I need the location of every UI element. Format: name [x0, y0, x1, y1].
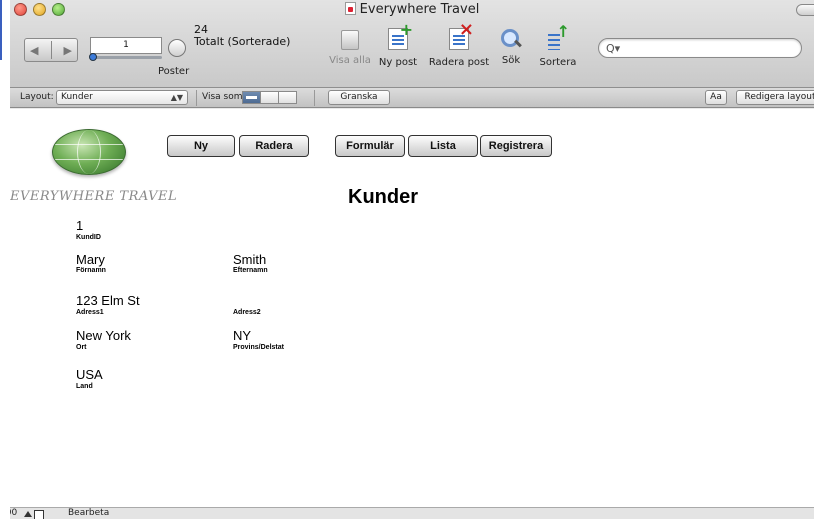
page-edge-rule — [0, 0, 2, 60]
view-as-label: Visa som: — [202, 92, 246, 102]
show-all-icon — [341, 30, 359, 50]
sort-label: Sortera — [539, 57, 577, 68]
text-formatting-button[interactable]: Aa — [705, 90, 727, 105]
found-status: Totalt (Sorterade) — [194, 35, 291, 48]
table-view-icon[interactable] — [278, 91, 297, 104]
status-bar: 100 Bearbeta — [10, 507, 814, 519]
company-logo-text: EVERYWHERE TRAVEL — [10, 189, 178, 204]
find-label: Sök — [501, 55, 521, 66]
kundid-field[interactable]: 1 — [76, 218, 83, 233]
document-icon — [344, 2, 356, 15]
efternamn-field[interactable]: Smith — [233, 252, 266, 267]
previous-record-icon[interactable]: ◀ — [30, 44, 38, 57]
window-title: Everywhere Travel — [10, 2, 814, 17]
delete-record-icon — [449, 19, 474, 50]
zoom-level[interactable]: 100 — [10, 508, 17, 518]
adress2-label: Adress2 — [233, 309, 261, 316]
delete-record-button[interactable]: Radera post — [428, 19, 490, 68]
ort-label: Ort — [76, 344, 87, 351]
chevron-down-icon: ▲▼ — [170, 93, 183, 102]
kundid-label: KundID — [76, 234, 101, 241]
new-record-label: Ny post — [378, 57, 418, 68]
preview-button[interactable]: Granska — [328, 90, 390, 105]
edit-layout-button[interactable]: Redigera layout — [736, 90, 814, 105]
layout-title: Kunder — [348, 186, 418, 208]
toolbar-toggle-button[interactable] — [796, 4, 814, 16]
ort-field[interactable]: New York — [76, 328, 131, 343]
layout-select-value: Kunder — [61, 92, 93, 102]
view-as-segmented-control[interactable] — [242, 91, 297, 104]
form-button[interactable]: Formulär — [335, 135, 405, 157]
magnifier-icon — [501, 29, 521, 49]
fornamn-label: Förnamn — [76, 267, 106, 274]
layout-label: Layout: — [20, 92, 54, 102]
current-record-field[interactable]: 1 — [90, 37, 162, 54]
found-count: 24 Totalt (Sorterade) — [194, 24, 290, 48]
land-field[interactable]: USA — [76, 367, 103, 382]
list-view-icon[interactable] — [260, 91, 279, 104]
filemaker-window: Everywhere Travel ◀ ▶ 1 Poster 24 Totalt… — [10, 0, 814, 519]
adress1-label: Adress1 — [76, 309, 104, 316]
window-title-text: Everywhere Travel — [359, 2, 480, 17]
show-all-button[interactable]: Visa alla — [328, 26, 372, 66]
sort-button[interactable]: Sortera — [536, 22, 580, 68]
delete-button[interactable]: Radera — [239, 135, 309, 157]
zoom-controls-icon[interactable] — [24, 509, 44, 519]
register-button[interactable]: Registrera — [480, 135, 552, 157]
title-toolbar: Everywhere Travel ◀ ▶ 1 Poster 24 Totalt… — [10, 0, 814, 88]
separator — [196, 90, 197, 106]
delete-record-label: Radera post — [428, 57, 490, 68]
records-label: Poster — [158, 66, 190, 77]
fornamn-field[interactable]: Mary — [76, 252, 105, 267]
found-set-pie-icon — [168, 39, 186, 57]
efternamn-label: Efternamn — [233, 267, 268, 274]
record-book-navigator[interactable]: ◀ ▶ — [24, 38, 78, 62]
show-all-label: Visa alla — [329, 55, 371, 66]
layout-select[interactable]: Kunder ▲▼ — [56, 90, 188, 105]
search-icon: Q▾ — [606, 42, 621, 55]
record-slider[interactable] — [89, 53, 162, 61]
globe-logo-icon — [52, 129, 126, 175]
provins-field[interactable]: NY — [233, 328, 251, 343]
quick-find-input[interactable]: Q▾ — [598, 38, 802, 58]
record-slider-thumb[interactable] — [89, 53, 97, 61]
book-spine — [50, 41, 52, 59]
separator — [314, 90, 315, 106]
new-button[interactable]: Ny — [167, 135, 235, 157]
find-button[interactable]: Sök — [494, 26, 528, 66]
new-record-button[interactable]: Ny post — [372, 20, 424, 68]
land-label: Land — [76, 383, 93, 390]
mode-indicator[interactable]: Bearbeta — [68, 508, 109, 518]
sort-icon — [548, 22, 570, 50]
next-record-icon[interactable]: ▶ — [64, 44, 72, 57]
adress1-field[interactable]: 123 Elm St — [76, 293, 140, 308]
form-view-icon[interactable] — [242, 91, 261, 104]
new-record-icon — [388, 20, 413, 50]
list-button[interactable]: Lista — [408, 135, 478, 157]
provins-label: Provins/Delstat — [233, 344, 284, 351]
layout-bar: Layout: Kunder ▲▼ Visa som: Granska Aa R… — [10, 88, 814, 108]
record-content: EVERYWHERE TRAVEL Ny Radera Formulär Lis… — [10, 109, 814, 507]
